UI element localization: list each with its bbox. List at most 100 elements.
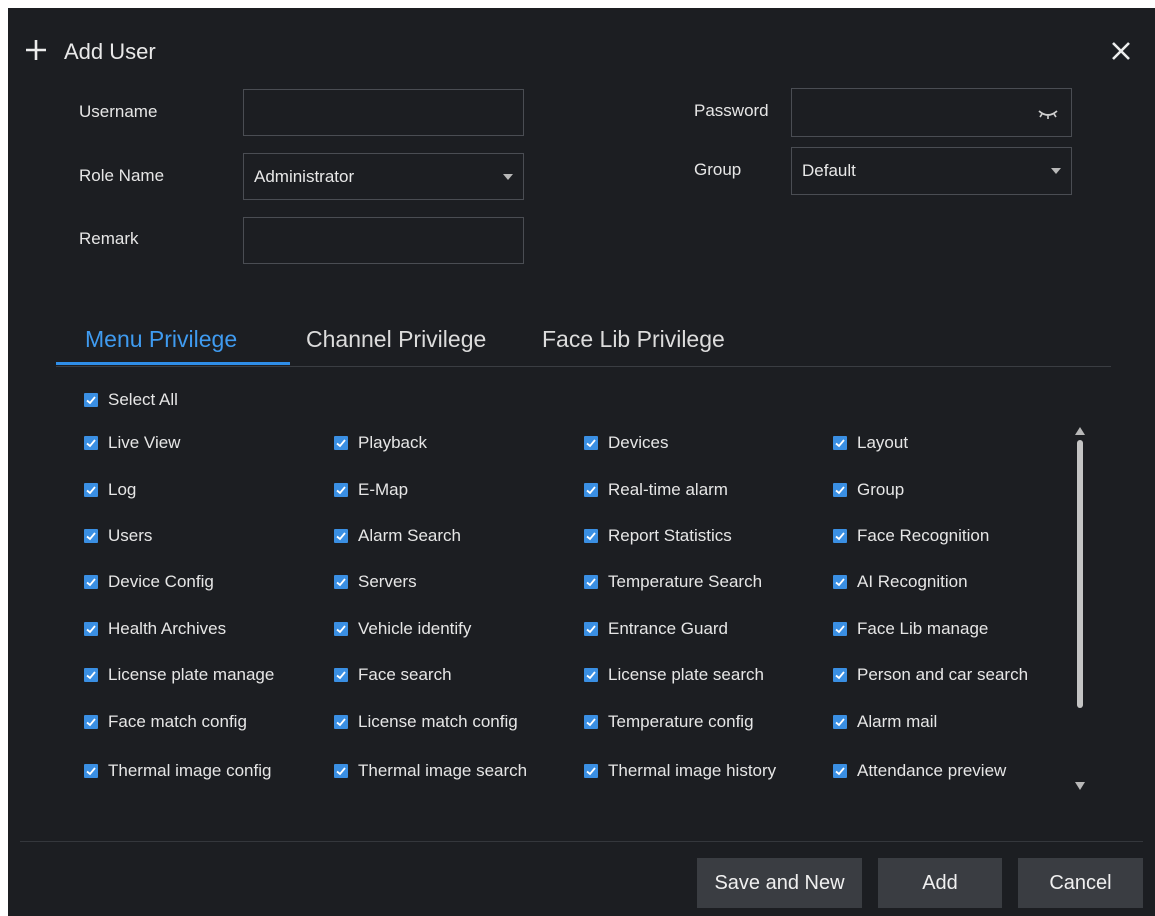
checkmark-icon bbox=[84, 436, 98, 450]
checkmark-icon bbox=[84, 764, 98, 778]
privilege-checkbox[interactable]: Face Recognition bbox=[833, 526, 989, 546]
checkmark-icon bbox=[334, 483, 348, 497]
tab-divider bbox=[56, 366, 1111, 367]
checkmark-icon bbox=[334, 529, 348, 543]
remark-input[interactable] bbox=[243, 217, 524, 264]
checkmark-icon bbox=[833, 764, 847, 778]
privilege-label: Thermal image history bbox=[608, 761, 777, 780]
privilege-checkbox[interactable]: Layout bbox=[833, 433, 908, 453]
privilege-checkbox[interactable]: Alarm Search bbox=[334, 526, 461, 546]
privilege-checkbox[interactable]: E-Map bbox=[334, 480, 408, 500]
privilege-label: Face Recognition bbox=[857, 526, 990, 545]
checkmark-icon bbox=[84, 668, 98, 682]
group-value: Default bbox=[802, 161, 856, 180]
privilege-label: Temperature config bbox=[608, 712, 754, 731]
tab-menu-privilege[interactable]: Menu Privilege bbox=[85, 326, 237, 353]
tab-face-lib-privilege[interactable]: Face Lib Privilege bbox=[542, 326, 725, 353]
scroll-down-arrow-icon[interactable] bbox=[1075, 782, 1085, 790]
checkmark-icon bbox=[584, 575, 598, 589]
checkmark-icon bbox=[833, 715, 847, 729]
chevron-down-icon bbox=[503, 173, 513, 180]
tab-channel-privilege[interactable]: Channel Privilege bbox=[306, 326, 486, 353]
privilege-label: Entrance Guard bbox=[608, 619, 729, 638]
privilege-checkbox[interactable]: Report Statistics bbox=[584, 526, 732, 546]
privilege-checkbox[interactable]: Vehicle identify bbox=[334, 619, 471, 639]
privilege-label: Playback bbox=[358, 433, 427, 452]
privilege-checkbox[interactable]: Thermal image history bbox=[584, 761, 776, 781]
privilege-checkbox[interactable]: Face match config bbox=[84, 712, 247, 732]
privilege-label: Devices bbox=[608, 433, 669, 452]
checkmark-icon bbox=[833, 436, 847, 450]
privilege-checkbox[interactable]: Person and car search bbox=[833, 665, 1028, 685]
privilege-checkbox[interactable]: Attendance preview bbox=[833, 761, 1006, 781]
privilege-label: Face match config bbox=[108, 712, 247, 731]
group-label: Group bbox=[694, 160, 742, 179]
privilege-checkbox[interactable]: Device Config bbox=[84, 572, 214, 592]
privilege-checkbox[interactable]: Temperature Search bbox=[584, 572, 762, 592]
password-label: Password bbox=[694, 101, 769, 120]
checkmark-icon bbox=[584, 715, 598, 729]
checkmark-icon bbox=[334, 715, 348, 729]
privilege-checkbox[interactable]: Thermal image search bbox=[334, 761, 527, 781]
checkmark-icon bbox=[584, 622, 598, 636]
password-field[interactable] bbox=[791, 88, 1072, 137]
privilege-checkbox[interactable]: Temperature config bbox=[584, 712, 754, 732]
username-input[interactable] bbox=[243, 89, 524, 136]
privilege-label: Real-time alarm bbox=[608, 480, 728, 499]
checkmark-icon bbox=[84, 715, 98, 729]
checkmark-icon bbox=[334, 436, 348, 450]
privilege-checkbox[interactable]: Real-time alarm bbox=[584, 480, 728, 500]
checkmark-icon bbox=[833, 622, 847, 636]
checkmark-icon bbox=[833, 483, 847, 497]
select-all-checkbox[interactable]: Select All bbox=[84, 390, 178, 410]
privilege-checkbox[interactable]: Live View bbox=[84, 433, 180, 453]
privilege-checkbox[interactable]: AI Recognition bbox=[833, 572, 968, 592]
scroll-up-arrow-icon[interactable] bbox=[1075, 427, 1085, 435]
checkmark-icon bbox=[84, 575, 98, 589]
checkmark-icon bbox=[833, 668, 847, 682]
checkmark-icon bbox=[584, 529, 598, 543]
privilege-label: Layout bbox=[857, 433, 909, 452]
privilege-label: License plate search bbox=[608, 665, 764, 684]
checkmark-icon bbox=[584, 764, 598, 778]
close-icon[interactable] bbox=[1110, 40, 1132, 62]
privilege-label: Log bbox=[108, 480, 137, 499]
privilege-checkbox[interactable]: Devices bbox=[584, 433, 668, 453]
privilege-checkbox[interactable]: Log bbox=[84, 480, 136, 500]
privilege-label: Live View bbox=[108, 433, 181, 452]
scrollbar-thumb[interactable] bbox=[1077, 440, 1083, 708]
privilege-checkbox[interactable]: Servers bbox=[334, 572, 417, 592]
checkmark-icon bbox=[84, 483, 98, 497]
eye-closed-icon[interactable] bbox=[1037, 106, 1059, 120]
add-button[interactable]: Add bbox=[878, 858, 1002, 908]
privilege-checkbox[interactable]: Users bbox=[84, 526, 152, 546]
privilege-checkbox[interactable]: Entrance Guard bbox=[584, 619, 728, 639]
privilege-checkbox[interactable]: License plate search bbox=[584, 665, 764, 685]
privilege-checkbox[interactable]: License match config bbox=[334, 712, 518, 732]
cancel-button[interactable]: Cancel bbox=[1018, 858, 1143, 908]
chevron-down-icon bbox=[1051, 168, 1061, 174]
privilege-checkbox[interactable]: Thermal image config bbox=[84, 761, 271, 781]
role-name-select[interactable]: Administrator bbox=[243, 153, 524, 200]
privilege-label: Temperature Search bbox=[608, 572, 763, 591]
role-name-value: Administrator bbox=[254, 166, 355, 186]
privilege-checkbox[interactable]: Face Lib manage bbox=[833, 619, 988, 639]
privilege-checkbox[interactable]: Face search bbox=[334, 665, 452, 685]
privilege-checkbox[interactable]: License plate manage bbox=[84, 665, 274, 685]
privilege-checkbox[interactable]: Group bbox=[833, 480, 904, 500]
active-tab-indicator bbox=[56, 362, 290, 365]
save-and-new-button[interactable]: Save and New bbox=[697, 858, 862, 908]
privilege-checkbox[interactable]: Health Archives bbox=[84, 619, 226, 639]
privilege-checkbox[interactable]: Alarm mail bbox=[833, 712, 937, 732]
privilege-label: Person and car search bbox=[857, 665, 1029, 684]
checkmark-icon bbox=[584, 483, 598, 497]
privilege-label: Health Archives bbox=[108, 619, 227, 638]
checkmark-icon bbox=[334, 575, 348, 589]
checkmark-icon bbox=[334, 668, 348, 682]
privilege-checkbox[interactable]: Playback bbox=[334, 433, 427, 453]
group-select[interactable]: Default bbox=[791, 147, 1072, 195]
checkmark-icon bbox=[84, 393, 98, 407]
privilege-label: Report Statistics bbox=[608, 526, 732, 545]
checkmark-icon bbox=[84, 622, 98, 636]
privilege-label: E-Map bbox=[358, 480, 409, 499]
